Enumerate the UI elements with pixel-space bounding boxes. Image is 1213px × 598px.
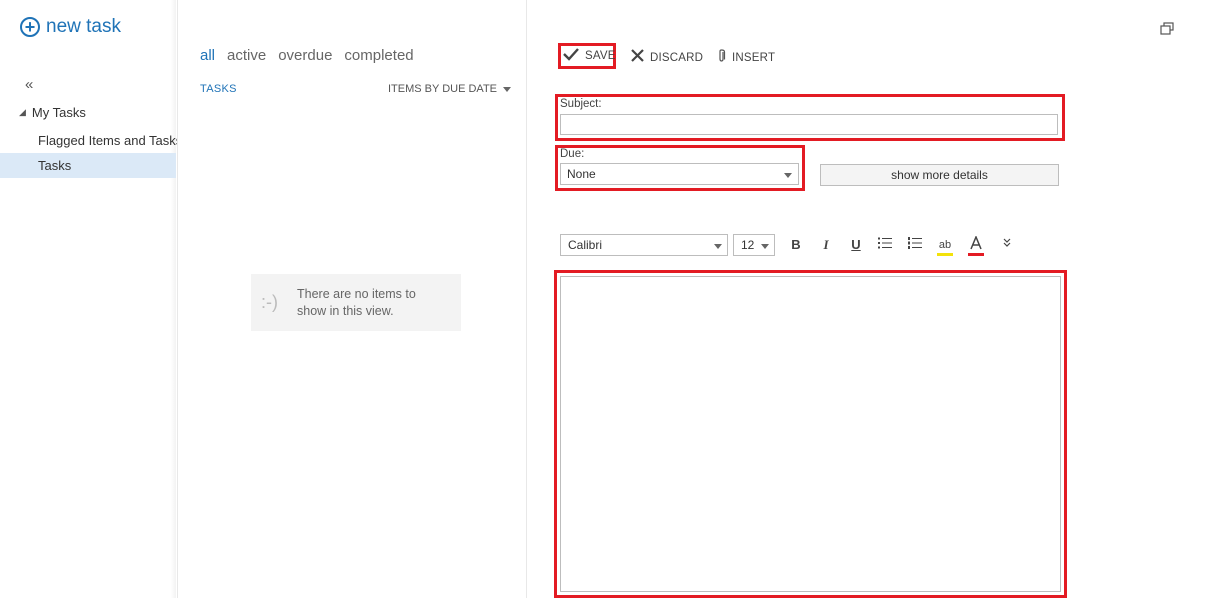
save-label: SAVE xyxy=(585,50,616,62)
new-task-button[interactable]: + new task xyxy=(20,16,121,38)
due-dropdown[interactable]: None xyxy=(560,163,799,185)
filter-overdue[interactable]: overdue xyxy=(278,47,332,64)
insert-button[interactable]: INSERT xyxy=(717,49,775,67)
numbered-list-icon[interactable] xyxy=(904,236,926,254)
paperclip-icon xyxy=(717,49,726,67)
font-family-dropdown[interactable]: Calibri xyxy=(560,234,728,256)
highlight-icon[interactable]: ab xyxy=(934,236,956,256)
bold-button[interactable]: B xyxy=(785,236,807,254)
empty-state: :-) There are no items to show in this v… xyxy=(251,274,461,331)
caret-icon xyxy=(503,86,512,92)
chevron-down-icon xyxy=(784,173,792,178)
discard-label: DISCARD xyxy=(650,51,704,64)
due-value: None xyxy=(567,167,596,181)
sidebar-item-tasks[interactable]: Tasks xyxy=(0,153,176,178)
due-label: Due: xyxy=(560,148,585,160)
font-color-icon[interactable] xyxy=(965,235,987,256)
nav-group-label: My Tasks xyxy=(31,105,86,120)
chevron-down-icon xyxy=(761,244,769,249)
filter-tabs: all active overdue completed xyxy=(200,47,414,64)
more-formatting-icon[interactable] xyxy=(996,236,1018,254)
filter-active[interactable]: active xyxy=(227,47,266,64)
save-button[interactable]: SAVE xyxy=(563,47,616,65)
sad-face-icon: :-) xyxy=(261,292,278,312)
empty-message: There are no items to show in this view. xyxy=(297,286,416,318)
checkmark-icon xyxy=(563,47,579,65)
expand-triangle-icon[interactable]: ◢ xyxy=(19,107,26,118)
new-task-label: new task xyxy=(46,16,121,37)
plus-circle-icon: + xyxy=(20,17,40,37)
insert-label: INSERT xyxy=(732,52,776,64)
filter-all[interactable]: all xyxy=(200,47,215,64)
x-icon xyxy=(631,49,644,66)
sidebar-item-flagged[interactable]: Flagged Items and Tasks xyxy=(38,133,182,148)
underline-button[interactable]: U xyxy=(845,236,867,254)
sort-label: ITEMS BY DUE DATE xyxy=(388,83,498,95)
chevron-down-icon xyxy=(714,244,722,249)
subject-input[interactable] xyxy=(560,114,1058,135)
message-body-editor[interactable] xyxy=(560,276,1061,592)
sidebar-item-label: Tasks xyxy=(38,158,72,173)
collapse-icon[interactable]: « xyxy=(25,76,33,93)
bullet-list-icon[interactable] xyxy=(874,236,896,254)
font-color-bar xyxy=(968,253,984,256)
sort-dropdown[interactable]: ITEMS BY DUE DATE xyxy=(388,83,512,95)
highlight-color-bar xyxy=(937,253,953,256)
nav-group-my-tasks[interactable]: ◢ My Tasks xyxy=(19,105,86,120)
italic-button[interactable]: I xyxy=(815,236,837,254)
highlight-glyph: ab xyxy=(938,239,952,251)
font-size-dropdown[interactable]: 12 xyxy=(733,234,775,256)
font-family-value: Calibri xyxy=(568,238,603,252)
font-size-value: 12 xyxy=(741,238,755,252)
subject-label: Subject: xyxy=(560,98,602,110)
filter-completed[interactable]: completed xyxy=(344,47,413,64)
list-header: TASKS xyxy=(200,83,237,95)
show-more-details-button[interactable]: show more details xyxy=(820,164,1059,186)
discard-button[interactable]: DISCARD xyxy=(631,49,703,66)
popout-icon[interactable] xyxy=(1160,22,1174,35)
